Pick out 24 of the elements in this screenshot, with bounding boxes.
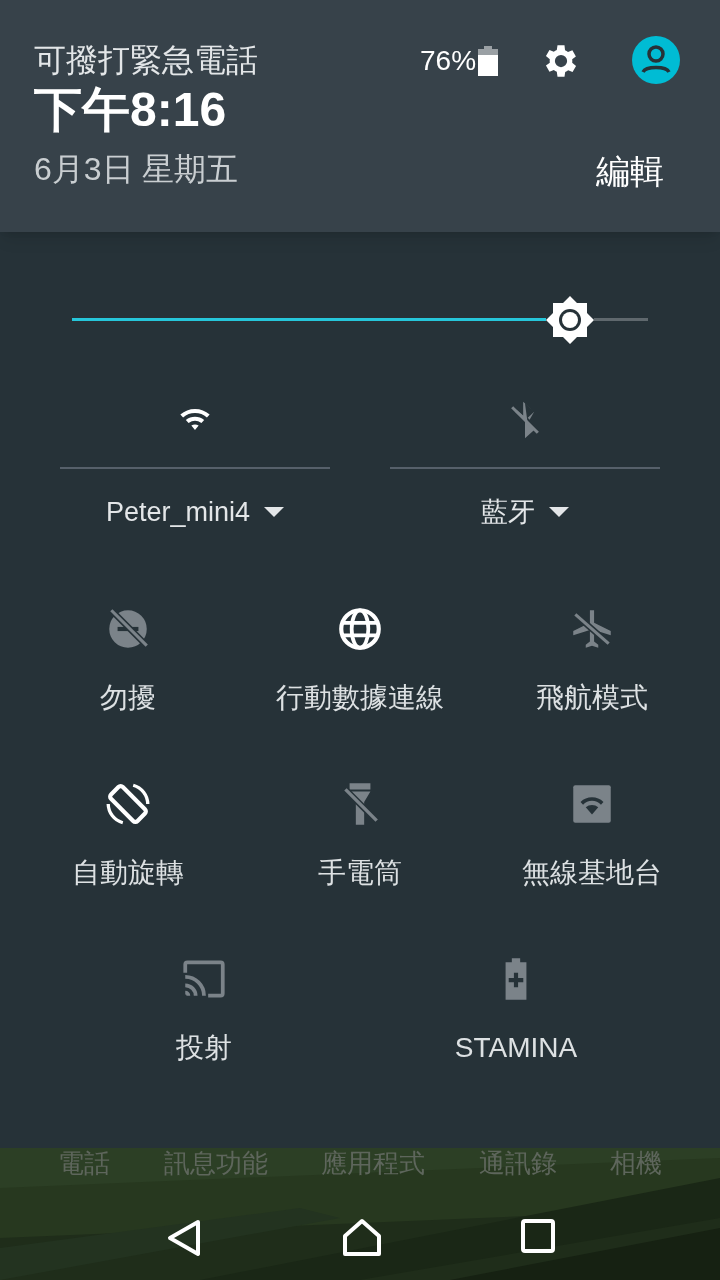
tile-label[interactable]: 勿擾 [100,681,156,715]
brightness-thumb-icon[interactable] [544,294,597,346]
clock-time: 下午8:16 [34,82,227,138]
battery-icon [478,46,499,76]
recent-apps-icon[interactable] [520,1218,556,1254]
brightness-slider[interactable] [72,296,648,344]
carrier-label: 可撥打緊急電話 [34,41,258,80]
tile-label[interactable]: 自動旋轉 [72,856,184,890]
battery-percentage: 76% [420,44,477,78]
tile-label[interactable]: STAMINA [454,1031,578,1065]
edit-button[interactable]: 編輯 [592,148,668,194]
caret-icon [549,507,569,517]
tile-dropdown[interactable]: 藍牙 [481,490,569,534]
tile-label[interactable]: 飛航模式 [536,681,648,715]
tile-label[interactable]: 投射 [176,1031,232,1065]
user-avatar-icon[interactable] [632,36,680,84]
tile-label[interactable]: 手電筒 [318,856,402,890]
slider-track [594,318,648,321]
caret-icon [264,507,285,517]
home-icon[interactable] [342,1218,382,1258]
tile-label[interactable]: 無線基地台 [522,856,662,890]
date-label: 6月3日 星期五 [34,150,239,189]
tile-label[interactable]: 行動數據連線 [276,681,444,715]
tile-dropdown[interactable]: Peter_mini4 [105,490,285,534]
